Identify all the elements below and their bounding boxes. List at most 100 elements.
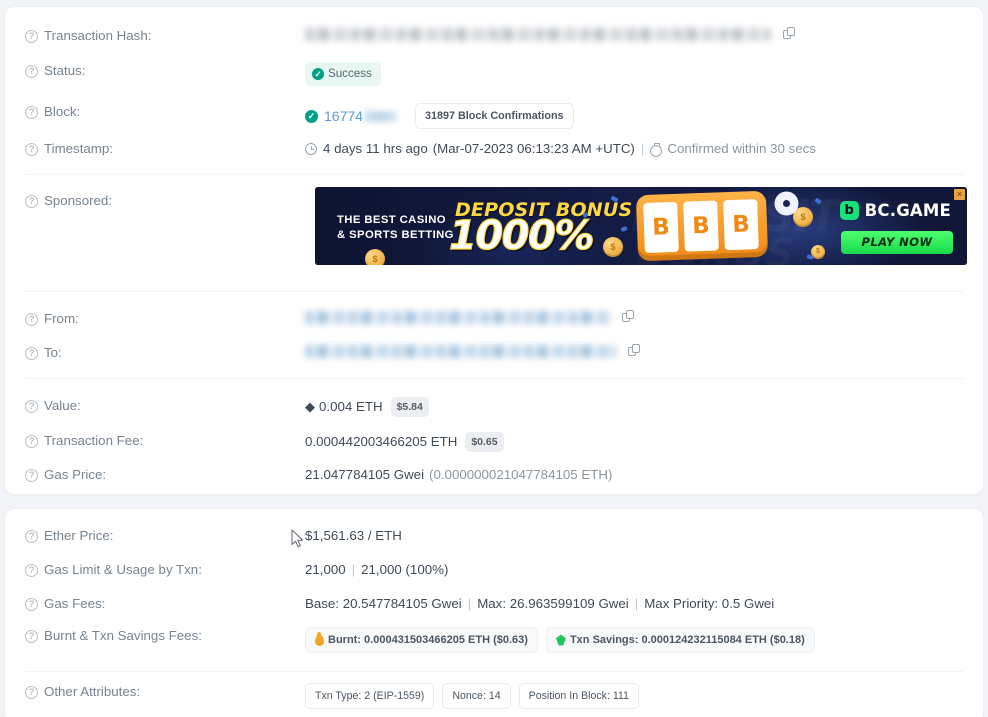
sponsored-ad-banner[interactable]: DEPOSIT BONUS THE BEST CASINO & SPORTS B… [315,187,967,265]
help-icon[interactable]: ? [25,399,38,413]
reel-1: B [643,201,679,254]
row-timestamp: ? Timestamp: 4 days 11 hrs ago (Mar-07-2… [5,140,983,158]
redacted-block-digits [363,110,397,122]
ethereum-icon: ◆ [305,399,315,414]
help-icon[interactable]: ? [25,597,38,611]
coin-icon: $ [793,207,813,227]
label-timestamp: ? Timestamp: [5,140,305,158]
gas-usage-value: 21,000 (100%) [361,562,449,577]
row-gas-price: ? Gas Price: 21.047784105 Gwei (0.000000… [5,466,983,484]
copy-icon[interactable] [783,27,796,41]
gear-icon [778,195,795,212]
divider [25,291,963,292]
label-other-attributes: ? Other Attributes: [5,683,305,701]
ad-brand: b BC.GAME [839,201,951,220]
ad-play-now-button[interactable]: PLAY NOW [841,231,953,254]
burnt-fee-badge: Burnt: 0.000431503466205 ETH ($0.63) [305,627,538,653]
help-icon[interactable]: ? [25,629,38,643]
transaction-fee-fiat-badge: $0.65 [465,432,504,452]
value-timestamp: 4 days 11 hrs ago (Mar-07-2023 06:13:23 … [305,140,983,158]
row-gas-fees: ? Gas Fees: Base: 20.547784105 Gwei | Ma… [5,595,983,613]
txn-savings-badge: Txn Savings: 0.000124232115084 ETH ($0.1… [545,627,815,653]
row-value: ? Value: ◆ 0.004 ETH $5.84 [5,397,983,417]
help-icon[interactable]: ? [25,105,38,119]
transaction-details-card: ? Ether Price: $1,561.63 / ETH ? Gas Lim… [4,508,984,717]
value-transaction-hash [305,27,983,41]
row-other-attributes: ? Other Attributes: Txn Type: 2 (EIP-155… [5,683,983,709]
redacted-transaction-hash [305,27,771,41]
value-fiat-badge: $5.84 [390,397,429,417]
row-ether-price: ? Ether Price: $1,561.63 / ETH [5,527,983,545]
label-ether-price: ? Ether Price: [5,527,305,545]
value-ether-price: $1,561.63 / ETH [305,528,402,543]
transaction-fee-eth: 0.000442003466205 ETH [305,434,458,449]
block-number-link[interactable]: 16774 [324,107,363,125]
help-icon[interactable]: ? [25,529,38,543]
separator: | [351,562,356,577]
label-burnt-savings: ? Burnt & Txn Savings Fees: [5,627,305,645]
row-transaction-fee: ? Transaction Fee: 0.000442003466205 ETH… [5,432,983,452]
label-text: Burnt & Txn Savings Fees: [44,628,202,643]
label-block: ? Block: [5,103,305,121]
flame-icon [315,634,324,646]
timestamp-absolute: (Mar-07-2023 06:13:23 AM +UTC) [432,141,635,156]
redacted-from-address[interactable] [305,310,610,324]
value-transaction-fee: 0.000442003466205 ETH $0.65 [305,432,983,452]
label-status: ? Status: [5,62,305,80]
status-badge-label: Success [328,67,372,80]
check-icon: ✓ [305,109,318,123]
divider [25,671,963,672]
label-transaction-hash: ? Transaction Hash: [5,27,305,45]
bcgame-logo-icon: b [839,201,859,220]
help-icon[interactable]: ? [25,685,38,699]
redacted-to-address[interactable] [305,344,616,358]
stopwatch-icon [650,143,663,157]
help-icon[interactable]: ? [25,346,38,360]
check-icon: ✓ [312,68,324,80]
label-to: ? To: [5,344,305,362]
value-gas-limit: 21,000 | 21,000 (100%) [305,561,983,579]
label-gas-price: ? Gas Price: [5,466,305,484]
label-text: Sponsored: [44,193,113,208]
help-icon[interactable]: ? [25,29,38,43]
value-block: ✓ 16774 31897 Block Confirmations [305,103,983,129]
status-badge: ✓ Success [305,62,381,86]
row-to: ? To: [5,344,983,362]
help-icon[interactable]: ? [25,312,38,326]
value-to [305,344,983,358]
burnt-fee-text: Burnt: 0.000431503466205 ETH ($0.63) [328,634,528,646]
help-icon[interactable]: ? [25,563,38,577]
ad-brand-name: BC.GAME [864,201,951,220]
value-burnt-savings: Burnt: 0.000431503466205 ETH ($0.63) Txn… [305,627,983,653]
label-from: ? From: [5,310,305,328]
ad-tagline: THE BEST CASINO & SPORTS BETTING [337,213,454,243]
clock-icon [305,143,317,155]
help-icon[interactable]: ? [25,434,38,448]
label-text: Gas Price: [44,467,107,482]
label-text: Value: [44,398,81,413]
help-icon[interactable]: ? [25,142,38,156]
gem-icon [555,634,566,646]
gas-fee-base: Base: 20.547784105 Gwei [305,596,462,611]
coin-icon: $ [603,237,623,257]
separator: | [467,596,472,611]
value-gas-price: 21.047784105 Gwei (0.000000021047784105 … [305,466,983,484]
attribute-badge: Nonce: 14 [442,683,511,709]
divider [25,174,963,175]
label-text: Block: [44,104,81,119]
row-transaction-hash: ? Transaction Hash: [5,27,983,45]
timestamp-relative: 4 days 11 hrs ago [323,141,428,156]
divider [25,378,963,379]
value-amount: ◆ 0.004 ETH $5.84 [305,397,983,417]
value-eth: 0.004 ETH [319,399,383,414]
timestamp-confirmed: Confirmed within 30 secs [667,141,816,156]
transaction-overview-card: ? Transaction Hash: ? Status: ✓ Success [4,6,984,495]
help-icon[interactable]: ? [25,468,38,482]
help-icon[interactable]: ? [25,64,38,78]
label-text: Transaction Hash: [44,28,152,43]
copy-icon[interactable] [622,310,635,324]
gas-fee-max: Max: 26.963599109 Gwei [477,596,629,611]
help-icon[interactable]: ? [25,194,38,208]
ad-close-icon[interactable]: × [954,189,965,200]
copy-icon[interactable] [628,344,641,358]
